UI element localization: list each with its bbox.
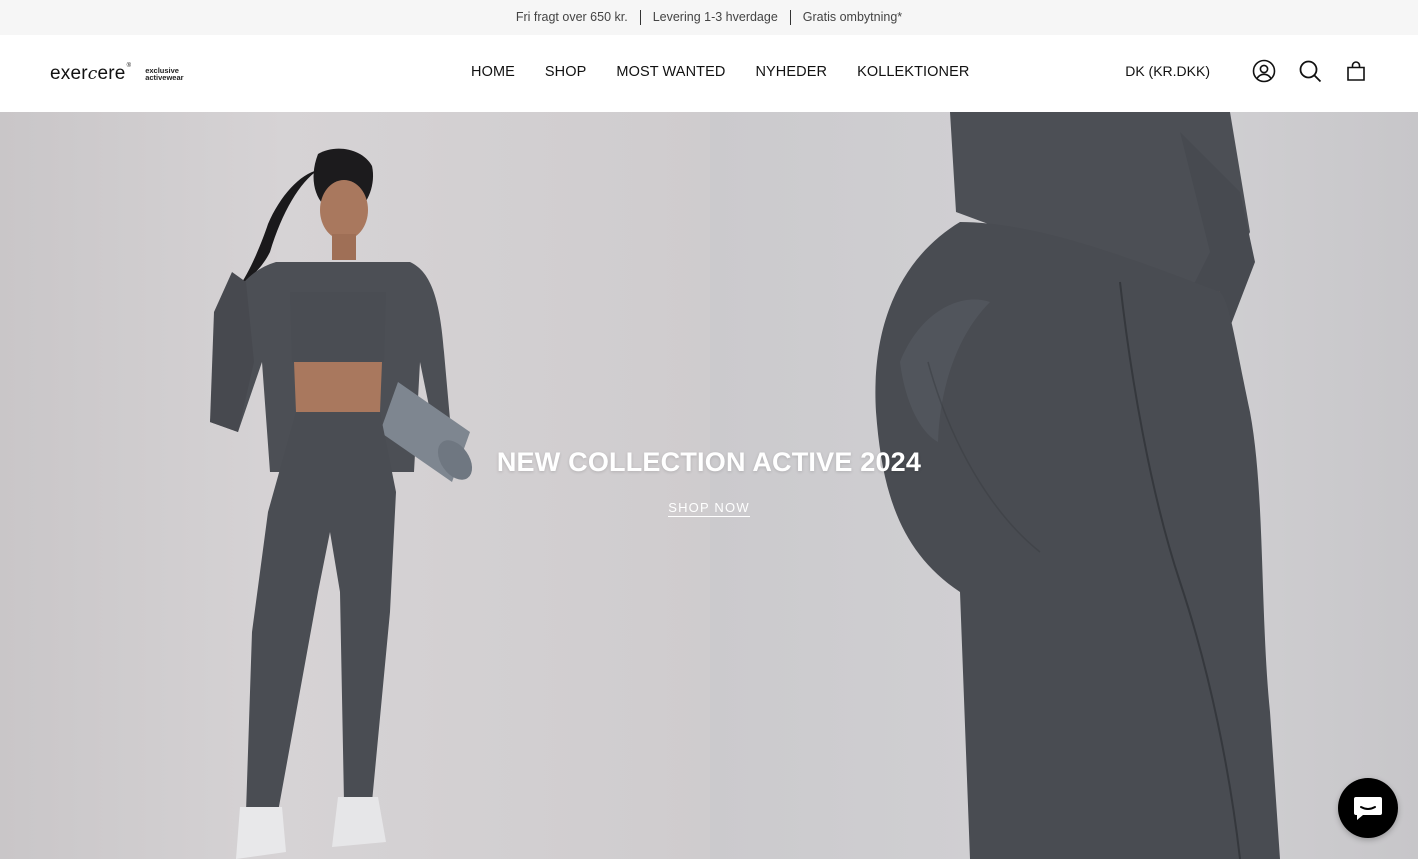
shop-now-link[interactable]: SHOP NOW (668, 500, 750, 517)
site-header: exercere® exclusive activewear HOME SHOP… (0, 35, 1418, 112)
header-actions: DK (KR.DKK) (1125, 57, 1370, 85)
chat-button[interactable] (1338, 778, 1398, 838)
nav-kollektioner[interactable]: KOLLEKTIONER (842, 61, 984, 83)
currency-selector[interactable]: DK (KR.DKK) (1125, 63, 1210, 79)
hero-title: NEW COLLECTION ACTIVE 2024 (496, 447, 922, 477)
site-logo[interactable]: exercere® exclusive activewear (50, 63, 184, 85)
announcement-shipping: Fri fragt over 650 kr. (515, 10, 628, 24)
cart-icon[interactable] (1342, 57, 1370, 85)
chat-icon (1354, 797, 1382, 820)
nav-most-wanted[interactable]: MOST WANTED (601, 61, 740, 83)
announcement-delivery: Levering 1-3 hverdage (652, 10, 778, 24)
nav-nyheder[interactable]: NYHEDER (740, 61, 842, 83)
hero-banner[interactable]: NEW COLLECTION ACTIVE 2024 SHOP NOW (0, 112, 1418, 859)
nav-shop[interactable]: SHOP (530, 61, 602, 83)
search-icon[interactable] (1296, 57, 1324, 85)
hero-content: NEW COLLECTION ACTIVE 2024 SHOP NOW (0, 447, 1418, 517)
nav-home[interactable]: HOME (456, 61, 530, 83)
main-nav: HOME SHOP MOST WANTED NYHEDER KOLLEKTION… (456, 61, 984, 83)
logo-wordmark: exercere® (50, 63, 132, 84)
account-icon[interactable] (1250, 57, 1278, 85)
logo-tagline: exclusive activewear (145, 65, 184, 82)
announcement-bar: Fri fragt over 650 kr. Levering 1-3 hver… (0, 0, 1418, 35)
announcement-exchange: Gratis ombytning* (802, 10, 903, 24)
